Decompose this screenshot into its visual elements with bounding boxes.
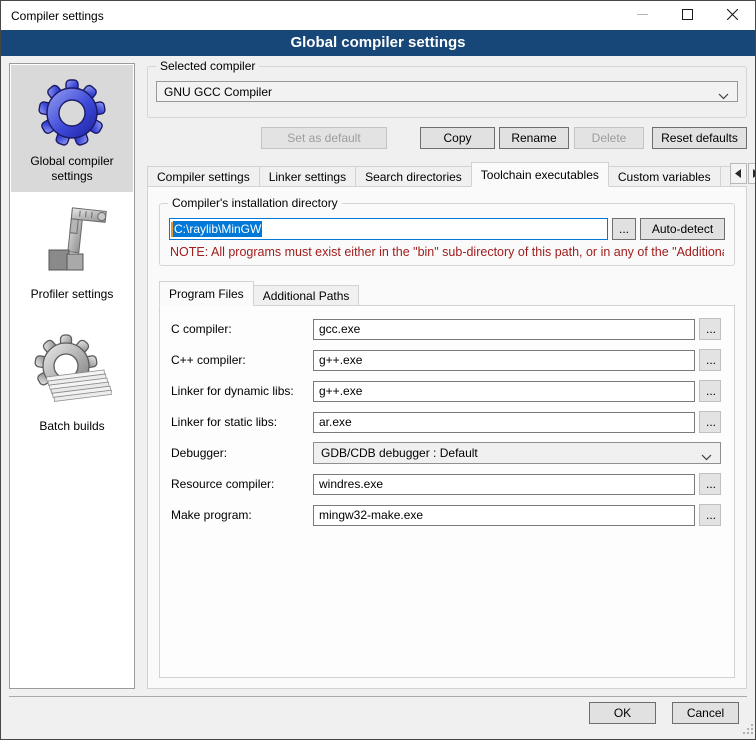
chevron-down-icon	[701, 450, 712, 464]
installation-directory-row: C:\raylib\MinGW ... Auto-detect	[169, 218, 725, 240]
tab-additional-paths[interactable]: Additional Paths	[253, 285, 360, 306]
tab-scroll-left-button[interactable]	[730, 163, 747, 184]
compiler-select[interactable]: GNU GCC Compiler	[156, 81, 738, 102]
c-compiler-label: C compiler:	[171, 322, 313, 336]
dialog-footer: OK Cancel	[9, 696, 747, 739]
titlebar[interactable]: Compiler settings	[1, 1, 755, 30]
static-linker-input[interactable]	[313, 412, 695, 433]
auto-detect-button[interactable]: Auto-detect	[640, 218, 725, 240]
cpp-compiler-input[interactable]	[313, 350, 695, 371]
blue-gear-icon	[35, 75, 109, 152]
window-title: Compiler settings	[1, 9, 104, 23]
settings-tabstrip: Compiler settings Linker settings Search…	[147, 162, 747, 187]
toolchain-subtabs: Program Files Additional Paths	[159, 281, 735, 306]
tab-scroll-controls	[730, 163, 756, 184]
installation-directory-browse-button[interactable]: ...	[612, 218, 636, 240]
tab-compiler-settings[interactable]: Compiler settings	[147, 166, 260, 187]
maximize-button[interactable]	[665, 1, 710, 30]
window-controls	[620, 1, 755, 30]
tab-linker-settings[interactable]: Linker settings	[259, 166, 356, 187]
bin-subdirectory-note: NOTE: All programs must exist either in …	[170, 245, 724, 259]
debugger-select[interactable]: GDB/CDB debugger : Default	[313, 442, 721, 464]
debugger-row: Debugger: GDB/CDB debugger : Default	[171, 442, 721, 464]
tab-scroll-right-button[interactable]	[748, 163, 756, 184]
resource-compiler-label: Resource compiler:	[171, 477, 313, 491]
minimize-icon	[637, 9, 648, 23]
minimize-button[interactable]	[620, 1, 665, 30]
tab-custom-variables[interactable]: Custom variables	[608, 166, 721, 187]
settings-category-list: Global compiler settings	[9, 63, 135, 689]
make-program-label: Make program:	[171, 508, 313, 522]
installation-directory-group-label: Compiler's installation directory	[168, 196, 342, 210]
caliper-icon	[35, 204, 109, 285]
delete-button[interactable]: Delete	[574, 127, 644, 149]
c-compiler-row: C compiler: ...	[171, 318, 721, 340]
close-button[interactable]	[710, 1, 755, 30]
set-as-default-button[interactable]: Set as default	[261, 127, 387, 149]
sidebar-item-batch-builds[interactable]: Batch builds	[11, 310, 133, 442]
make-program-input[interactable]	[313, 505, 695, 526]
dynamic-linker-row: Linker for dynamic libs: ...	[171, 380, 721, 402]
make-program-browse-button[interactable]: ...	[699, 504, 721, 526]
compiler-settings-dialog: Compiler settings Global compiler settin…	[0, 0, 756, 740]
copy-button[interactable]: Copy	[420, 127, 495, 149]
toolchain-executables-page: Compiler's installation directory C:\ray…	[147, 186, 747, 689]
resource-compiler-input[interactable]	[313, 474, 695, 495]
c-compiler-browse-button[interactable]: ...	[699, 318, 721, 340]
debugger-select-value: GDB/CDB debugger : Default	[321, 446, 478, 460]
tab-program-files[interactable]: Program Files	[159, 281, 254, 306]
dialog-body: Global compiler settings	[9, 56, 747, 689]
rename-button[interactable]: Rename	[499, 127, 569, 149]
close-icon	[727, 9, 738, 23]
batch-gear-icon	[32, 332, 112, 417]
dynamic-linker-input[interactable]	[313, 381, 695, 402]
page-title: Global compiler settings	[1, 30, 755, 56]
cpp-compiler-label: C++ compiler:	[171, 353, 313, 367]
dynamic-linker-browse-button[interactable]: ...	[699, 380, 721, 402]
dynamic-linker-label: Linker for dynamic libs:	[171, 384, 313, 398]
tab-toolchain-executables[interactable]: Toolchain executables	[471, 162, 609, 187]
resource-compiler-row: Resource compiler: ...	[171, 473, 721, 495]
cpp-compiler-browse-button[interactable]: ...	[699, 349, 721, 371]
installation-directory-input[interactable]: C:\raylib\MinGW	[169, 218, 608, 240]
compiler-actions: Set as default Copy Rename Delete Reset …	[147, 127, 747, 149]
selected-compiler-group: Selected compiler GNU GCC Compiler	[147, 66, 747, 118]
reset-defaults-button[interactable]: Reset defaults	[652, 127, 747, 149]
chevron-down-icon	[718, 89, 729, 103]
sidebar-item-global-compiler-settings[interactable]: Global compiler settings	[11, 65, 133, 192]
cancel-button[interactable]: Cancel	[672, 702, 739, 724]
static-linker-label: Linker for static libs:	[171, 415, 313, 429]
debugger-label: Debugger:	[171, 446, 313, 460]
sidebar-item-profiler-settings[interactable]: Profiler settings	[11, 192, 133, 310]
program-files-page: C compiler: ... C++ compiler: ... Linker…	[159, 305, 735, 678]
cpp-compiler-row: C++ compiler: ...	[171, 349, 721, 371]
c-compiler-input[interactable]	[313, 319, 695, 340]
resource-compiler-browse-button[interactable]: ...	[699, 473, 721, 495]
sidebar-item-label: Global compiler settings	[11, 152, 133, 192]
sidebar-item-label: Batch builds	[35, 417, 108, 442]
installation-directory-value: C:\raylib\MinGW	[173, 221, 262, 237]
static-linker-browse-button[interactable]: ...	[699, 411, 721, 433]
resize-grip-icon[interactable]	[743, 723, 753, 737]
make-program-row: Make program: ...	[171, 504, 721, 526]
static-linker-row: Linker for static libs: ...	[171, 411, 721, 433]
selected-compiler-group-label: Selected compiler	[156, 59, 259, 73]
main-panel: Selected compiler GNU GCC Compiler Set a…	[147, 63, 747, 689]
maximize-icon	[682, 9, 693, 23]
installation-directory-group: Compiler's installation directory C:\ray…	[159, 203, 735, 266]
arrow-left-icon	[735, 166, 741, 181]
ok-button[interactable]: OK	[589, 702, 656, 724]
sidebar-item-label: Profiler settings	[27, 285, 118, 310]
compiler-select-value: GNU GCC Compiler	[164, 85, 272, 99]
tab-search-directories[interactable]: Search directories	[355, 166, 472, 187]
